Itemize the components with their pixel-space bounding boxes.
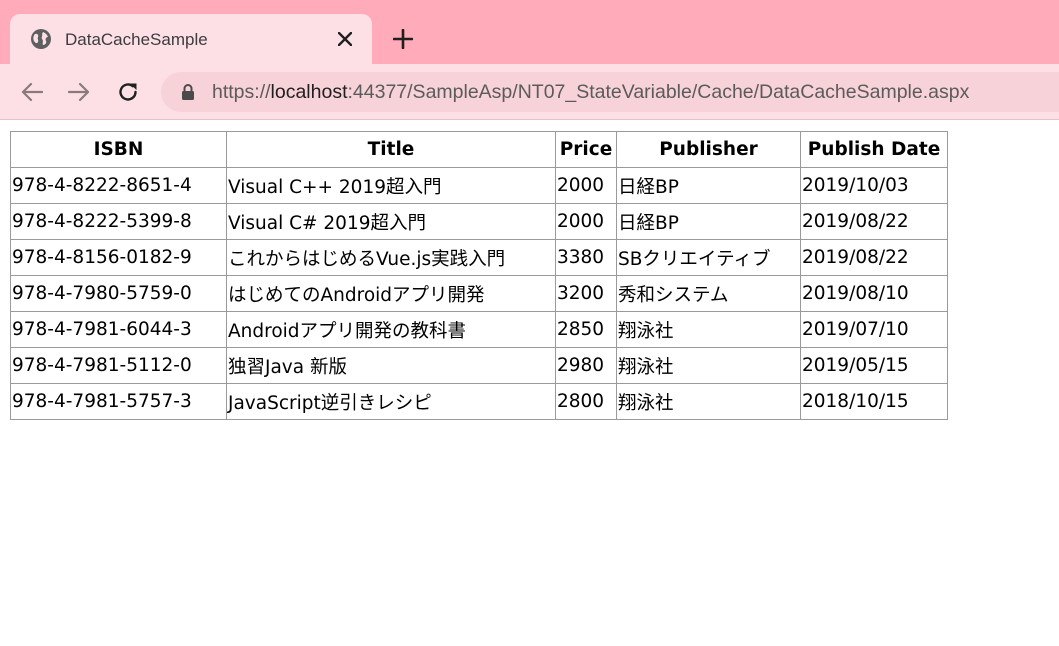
cell-publish-date: 2019/07/10: [800, 311, 948, 348]
cell-price: 3380: [555, 239, 617, 276]
plus-icon[interactable]: [390, 26, 416, 52]
close-icon[interactable]: [334, 28, 356, 50]
cell-isbn: 978-4-8222-5399-8: [10, 203, 227, 240]
toolbar: https://localhost:44377/SampleAsp/NT07_S…: [0, 64, 1059, 120]
cell-title: Visual C++ 2019超入門: [226, 167, 556, 204]
table-row: 978-4-8222-5399-8 Visual C# 2019超入門 2000…: [10, 203, 948, 240]
cell-price: 2000: [555, 203, 617, 240]
cell-title: これからはじめるVue.js実践入門: [226, 239, 556, 276]
cell-isbn: 978-4-8156-0182-9: [10, 239, 227, 276]
column-header-publish-date: Publish Date: [800, 131, 948, 168]
page-content: ISBN Title Price Publisher Publish Date …: [0, 120, 1059, 646]
cell-publisher: 日経BP: [616, 167, 801, 204]
cell-publish-date: 2019/08/22: [800, 239, 948, 276]
tab-title: DataCacheSample: [65, 30, 208, 49]
column-header-isbn: ISBN: [10, 131, 227, 168]
url-host: localhost: [270, 81, 348, 103]
address-bar[interactable]: https://localhost:44377/SampleAsp/NT07_S…: [161, 72, 1059, 112]
globe-icon: [30, 28, 52, 50]
reload-icon[interactable]: [114, 78, 142, 106]
cell-publish-date: 2019/08/10: [800, 275, 948, 312]
header-row: ISBN Title Price Publisher Publish Date: [10, 131, 948, 168]
cell-title: JavaScript逆引きレシピ: [226, 383, 556, 420]
cell-title: 独習Java 新版: [226, 347, 556, 384]
cell-price: 2850: [555, 311, 617, 348]
tab-strip: DataCacheSample: [0, 0, 1059, 64]
cell-isbn: 978-4-8222-8651-4: [10, 167, 227, 204]
back-arrow-icon[interactable]: [18, 78, 46, 106]
cell-publish-date: 2019/05/15: [800, 347, 948, 384]
tab-datacachesample[interactable]: DataCacheSample: [10, 14, 372, 64]
column-header-price: Price: [555, 131, 617, 168]
cell-publish-date: 2019/10/03: [800, 167, 948, 204]
cell-publisher: 翔泳社: [616, 383, 801, 420]
browser-chrome: DataCacheSample https://localhost:44377/…: [0, 0, 1059, 120]
cell-publish-date: 2019/08/22: [800, 203, 948, 240]
url-scheme: https://: [212, 81, 271, 103]
cell-price: 2800: [555, 383, 617, 420]
cell-price: 3200: [555, 275, 617, 312]
table-row: 978-4-8156-0182-9 これからはじめるVue.js実践入門 338…: [10, 239, 948, 276]
url-text[interactable]: https://localhost:44377/SampleAsp/NT07_S…: [212, 81, 969, 104]
cell-isbn: 978-4-7981-6044-3: [10, 311, 227, 348]
url-path: :44377/SampleAsp/NT07_StateVariable/Cach…: [347, 81, 970, 103]
column-header-title: Title: [226, 131, 556, 168]
cell-isbn: 978-4-7981-5757-3: [10, 383, 227, 420]
cell-publisher: 日経BP: [616, 203, 801, 240]
lock-icon[interactable]: [181, 84, 195, 100]
table-row: 978-4-7981-5112-0 独習Java 新版 2980 翔泳社 201…: [10, 347, 948, 384]
table-row: 978-4-7981-5757-3 JavaScript逆引きレシピ 2800 …: [10, 383, 948, 420]
cell-title: Androidアプリ開発の教科書: [226, 311, 556, 348]
table-row: 978-4-8222-8651-4 Visual C++ 2019超入門 200…: [10, 167, 948, 204]
cell-publisher: 秀和システム: [616, 275, 801, 312]
table-row: 978-4-7981-6044-3 Androidアプリ開発の教科書 2850 …: [10, 311, 948, 348]
cell-price: 2980: [555, 347, 617, 384]
books-table: ISBN Title Price Publisher Publish Date …: [10, 131, 948, 420]
table-row: 978-4-7980-5759-0 はじめてのAndroidアプリ開発 3200…: [10, 275, 948, 312]
column-header-publisher: Publisher: [616, 131, 801, 168]
cell-publish-date: 2018/10/15: [800, 383, 948, 420]
forward-arrow-icon[interactable]: [65, 78, 93, 106]
cell-publisher: SBクリエイティブ: [616, 239, 801, 276]
cell-price: 2000: [555, 167, 617, 204]
cell-publisher: 翔泳社: [616, 311, 801, 348]
cell-title: Visual C# 2019超入門: [226, 203, 556, 240]
cell-publisher: 翔泳社: [616, 347, 801, 384]
cell-isbn: 978-4-7981-5112-0: [10, 347, 227, 384]
cell-title: はじめてのAndroidアプリ開発: [226, 275, 556, 312]
cell-isbn: 978-4-7980-5759-0: [10, 275, 227, 312]
